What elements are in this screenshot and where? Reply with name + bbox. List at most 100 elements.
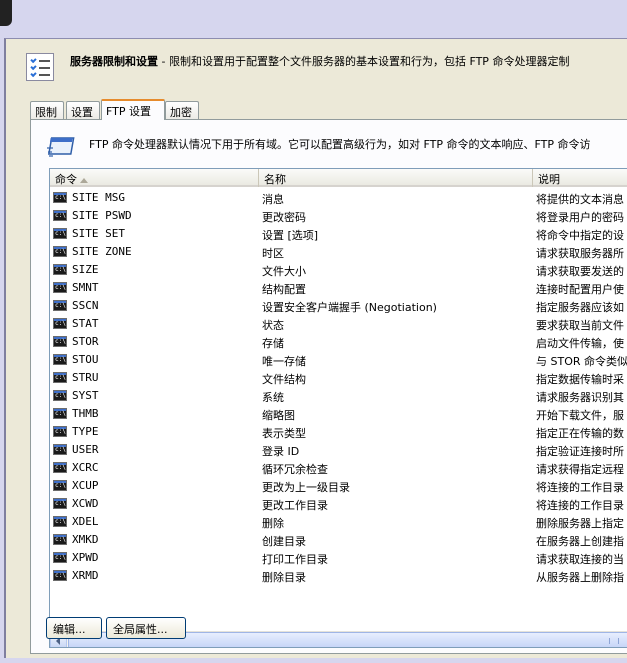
command-prompt-icon <box>53 192 67 203</box>
tab-settings[interactable]: 设置 <box>66 101 100 119</box>
table-row[interactable]: SYST 系统 请求服务器识别其 <box>50 387 627 405</box>
row-description: 指定服务器应该如 <box>536 301 624 314</box>
table-row[interactable]: XCWD 更改工作目录 将连接的工作目录 <box>50 495 627 513</box>
row-description: 将登录用户的密码 <box>536 211 624 224</box>
table-row[interactable]: SIZE 文件大小 请求获取要发送的 <box>50 261 627 279</box>
page-subtitle: - 限制和设置用于配置整个文件服务器的基本设置和行为，包括 FTP 命令处理器定… <box>158 55 570 68</box>
row-description: 启动文件传输，使 <box>536 337 624 350</box>
row-name: 消息 <box>262 193 284 206</box>
row-description: 连接时配置用户使 <box>536 283 624 296</box>
table-row[interactable]: XCUP 更改为上一级目录 将连接的工作目录 <box>50 477 627 495</box>
command-prompt-icon <box>53 264 67 275</box>
table-row[interactable]: TYPE 表示类型 指定正在传输的数 <box>50 423 627 441</box>
page-header: 服务器限制和设置 - 限制和设置用于配置整个文件服务器的基本设置和行为，包括 F… <box>26 49 626 81</box>
checklist-icon <box>26 53 54 81</box>
command-prompt-icon <box>53 516 67 527</box>
column-header-command[interactable]: 命令 <box>50 169 259 187</box>
table-row[interactable]: SITE MSG 消息 将提供的文本消息 <box>50 189 627 207</box>
table-row[interactable]: SITE SET 设置 [选项] 将命令中指定的设 <box>50 225 627 243</box>
global-properties-button[interactable]: 全局属性... <box>106 617 186 639</box>
row-command: SITE PSWD <box>72 209 132 222</box>
command-prompt-icon <box>53 336 67 347</box>
row-description: 指定验证连接时所 <box>536 445 624 458</box>
table-row[interactable]: STOR 存储 启动文件传输，使 <box>50 333 627 351</box>
column-header-name[interactable]: 名称 <box>259 169 533 187</box>
row-name: 更改为上一级目录 <box>262 481 350 494</box>
row-command: STRU <box>72 371 99 384</box>
dialog-frame: 服务器限制和设置 - 限制和设置用于配置整个文件服务器的基本设置和行为，包括 F… <box>4 38 627 663</box>
command-prompt-icon <box>53 300 67 311</box>
command-list: 命令 名称 说明 SITE MSG 消息 将提供的文本消息 SITE PSWD 更改密码… <box>49 168 627 648</box>
table-row[interactable]: XMKD 创建目录 在服务器上创建指 <box>50 531 627 549</box>
row-name: 系统 <box>262 391 284 404</box>
row-command: SMNT <box>72 281 99 294</box>
table-row[interactable]: THMB 缩略图 开始下载文件，服 <box>50 405 627 423</box>
command-prompt-icon <box>53 570 67 581</box>
command-prompt-icon <box>53 462 67 473</box>
table-row[interactable]: SITE PSWD 更改密码 将登录用户的密码 <box>50 207 627 225</box>
row-command: XPWD <box>72 551 99 564</box>
ftp-settings-panel: FTP 命令处理器默认情况下用于所有域。它可以配置高级行为，如对 FTP 命令的… <box>30 119 627 654</box>
row-name: 结构配置 <box>262 283 306 296</box>
row-command: SITE MSG <box>72 191 125 204</box>
row-name: 文件大小 <box>262 265 306 278</box>
command-prompt-icon <box>53 534 67 545</box>
row-description: 请求服务器识别其 <box>536 391 624 404</box>
table-row[interactable]: XCRC 循环冗余检查 请求获得指定远程 <box>50 459 627 477</box>
table-row[interactable]: SITE ZONE 时区 请求获取服务器所 <box>50 243 627 261</box>
edit-button[interactable]: 编辑... <box>46 617 102 639</box>
column-header-name-label: 名称 <box>264 173 286 186</box>
row-name: 更改工作目录 <box>262 499 328 512</box>
tab-encryption[interactable]: 加密 <box>165 101 199 119</box>
row-command: XDEL <box>72 515 99 528</box>
table-row[interactable]: XRMD 删除目录 从服务器上删除指 <box>50 567 627 585</box>
table-row[interactable]: USER 登录 ID 指定验证连接时所 <box>50 441 627 459</box>
row-description: 将连接的工作目录 <box>536 481 624 494</box>
row-description: 将连接的工作目录 <box>536 499 624 512</box>
bottom-band <box>0 658 627 663</box>
row-name: 存储 <box>262 337 284 350</box>
table-row[interactable]: STRU 文件结构 指定数据传输时采 <box>50 369 627 387</box>
row-description: 删除服务器上指定 <box>536 517 624 530</box>
row-command: XRMD <box>72 569 99 582</box>
row-name: 文件结构 <box>262 373 306 386</box>
column-header-description-label: 说明 <box>538 173 560 186</box>
table-row[interactable]: SSCN 设置安全客户端握手 (Negotiation) 指定服务器应该如 <box>50 297 627 315</box>
row-name: 更改密码 <box>262 211 306 224</box>
row-description: 请求获取连接的当 <box>536 553 624 566</box>
table-row[interactable]: STAT 状态 要求获取当前文件 <box>50 315 627 333</box>
page-title-line: 服务器限制和设置 - 限制和设置用于配置整个文件服务器的基本设置和行为，包括 F… <box>70 53 569 69</box>
table-row[interactable]: XDEL 删除 删除服务器上指定 <box>50 513 627 531</box>
table-row[interactable]: STOU 唯一存储 与 STOR 命令类似 <box>50 351 627 369</box>
command-prompt-icon <box>53 228 67 239</box>
top-band <box>0 0 627 38</box>
row-command: XCWD <box>72 497 99 510</box>
command-prompt-icon <box>53 552 67 563</box>
tab-ftp-settings[interactable]: FTP 设置 <box>101 99 165 120</box>
list-header: 命令 名称 说明 <box>50 169 627 187</box>
page-title: 服务器限制和设置 <box>70 55 158 68</box>
row-description: 指定数据传输时采 <box>536 373 624 386</box>
row-description: 从服务器上删除指 <box>536 571 624 584</box>
command-prompt-icon <box>53 498 67 509</box>
description-row: FTP 命令处理器默认情况下用于所有域。它可以配置高级行为，如对 FTP 命令的… <box>47 134 627 164</box>
row-command: THMB <box>72 407 99 420</box>
row-description: 请求获取要发送的 <box>536 265 624 278</box>
sort-ascending-icon <box>80 177 88 183</box>
table-row[interactable]: SMNT 结构配置 连接时配置用户使 <box>50 279 627 297</box>
command-prompt-icon <box>53 210 67 221</box>
row-description: 将提供的文本消息 <box>536 193 624 206</box>
row-description: 请求获取服务器所 <box>536 247 624 260</box>
row-name: 循环冗余检查 <box>262 463 328 476</box>
command-prompt-icon <box>53 426 67 437</box>
window-corner <box>0 0 12 26</box>
row-command: STOR <box>72 335 99 348</box>
tab-limits[interactable]: 限制 <box>30 101 64 119</box>
grip-icon <box>609 638 619 644</box>
row-name: 创建目录 <box>262 535 306 548</box>
row-command: SSCN <box>72 299 99 312</box>
column-header-description[interactable]: 说明 <box>533 169 627 187</box>
row-command: XCRC <box>72 461 99 474</box>
table-row[interactable]: XPWD 打印工作目录 请求获取连接的当 <box>50 549 627 567</box>
row-command: STAT <box>72 317 99 330</box>
